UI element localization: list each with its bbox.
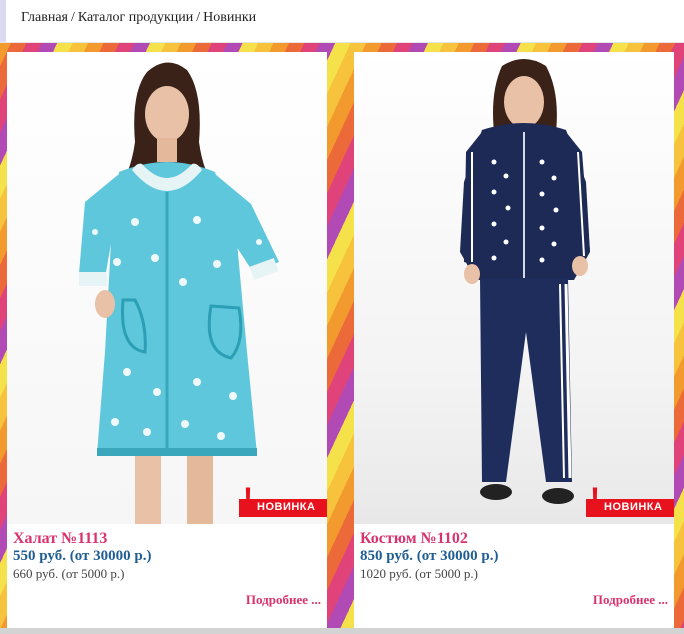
product-title[interactable]: Костюм №1102	[360, 530, 468, 548]
breadcrumb-home[interactable]: Главная	[21, 10, 68, 25]
product-retail-price: 1020 руб. (от 5000 р.)	[360, 566, 478, 581]
new-badge-label: НОВИНКА	[604, 501, 663, 513]
tracksuit-photo-illustration	[460, 59, 590, 504]
product-photo[interactable]: ! НОВИНКА	[7, 52, 327, 524]
product-card[interactable]: ! НОВИНКА Халат №1113 550 руб. (от 30000…	[7, 52, 327, 628]
product-title[interactable]: Халат №1113	[13, 530, 107, 548]
breadcrumb-current: Новинки	[203, 10, 257, 25]
breadcrumb-separator: /	[71, 10, 75, 25]
more-details-link[interactable]: Подробнее ...	[246, 592, 321, 608]
top-bar: Главная / Каталог продукции / Новинки	[0, 0, 684, 43]
bottom-scroll-strip	[0, 628, 684, 634]
new-badge-label: НОВИНКА	[257, 501, 316, 513]
product-retail-price: 660 руб. (от 5000 р.)	[13, 566, 125, 581]
breadcrumb-separator: /	[196, 10, 201, 25]
product-card[interactable]: ! НОВИНКА Костюм №1102 850 руб. (от 3000…	[354, 52, 674, 628]
breadcrumb-catalog[interactable]: Каталог продукции	[78, 10, 193, 25]
exclamation-icon: !	[243, 482, 254, 515]
product-wholesale-price: 550 руб. (от 30000 р.)	[13, 548, 152, 564]
product-photo[interactable]: ! НОВИНКА	[354, 52, 674, 524]
new-badge: ! НОВИНКА	[239, 484, 327, 517]
left-edge-strip	[0, 0, 6, 42]
robe-photo-illustration	[79, 62, 279, 524]
exclamation-icon: !	[590, 482, 601, 515]
new-badge: ! НОВИНКА	[586, 484, 674, 517]
breadcrumb: Главная / Каталог продукции / Новинки	[21, 10, 256, 26]
product-wholesale-price: 850 руб. (от 30000 р.)	[360, 548, 499, 564]
more-details-link[interactable]: Подробнее ...	[593, 592, 668, 608]
